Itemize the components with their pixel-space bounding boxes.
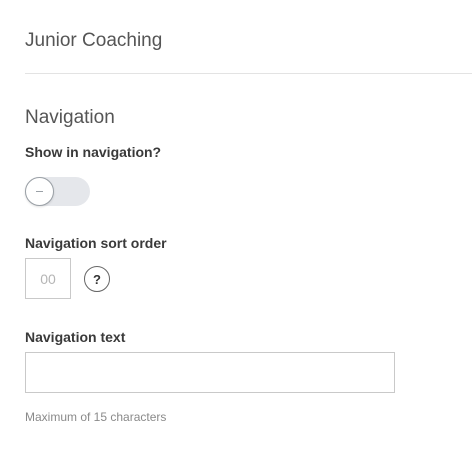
navigation-text-input[interactable]	[25, 352, 395, 393]
page-title: Junior Coaching	[25, 30, 163, 51]
navigation-text-label: Navigation text	[25, 329, 126, 345]
page: Junior Coaching Navigation Show in navig…	[0, 0, 472, 466]
toggle-off-knob-icon	[25, 177, 54, 206]
question-mark-icon[interactable]: ?	[84, 266, 110, 292]
show-in-navigation-label: Show in navigation?	[25, 144, 162, 160]
divider	[25, 73, 472, 74]
navigation-sort-order-label: Navigation sort order	[25, 235, 167, 251]
navigation-text-hint: Maximum of 15 characters	[25, 410, 167, 424]
navigation-section-heading: Navigation	[25, 107, 115, 128]
navigation-sort-order-input[interactable]	[25, 258, 71, 299]
show-in-navigation-toggle[interactable]	[25, 177, 90, 206]
